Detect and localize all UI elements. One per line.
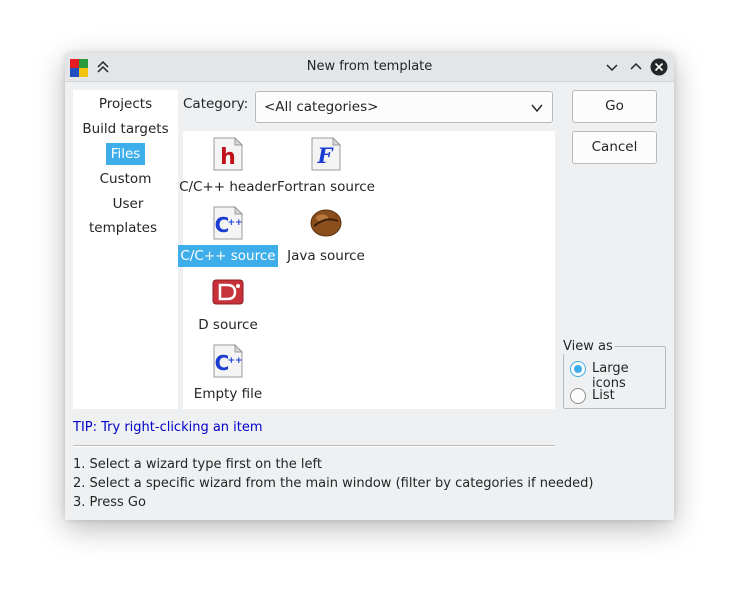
template-label: Empty file: [193, 386, 263, 402]
window-title: New from template: [306, 59, 433, 74]
svg-text:++: ++: [227, 356, 242, 366]
instruction-line: 1. Select a wizard type first on the lef…: [73, 457, 322, 472]
maximize-icon[interactable]: [627, 58, 645, 76]
minimize-icon[interactable]: [603, 58, 621, 76]
large-icons-radio[interactable]: [570, 361, 586, 377]
java-coffee-bean-icon: [310, 209, 342, 237]
go-button[interactable]: Go: [572, 90, 657, 123]
template-label: Fortran source: [277, 179, 375, 195]
wizard-type-files[interactable]: Files: [73, 142, 178, 166]
d-source-file-icon: [212, 279, 244, 305]
svg-text:h: h: [220, 145, 236, 170]
wizard-type-build-targets[interactable]: Build targets: [73, 117, 178, 141]
empty-cpp-file-icon: C ++: [213, 344, 244, 378]
wizard-type-list[interactable]: Projects Build targets Files Custom User…: [73, 90, 178, 409]
template-label: D source: [198, 317, 258, 333]
template-label: C/C++ source: [178, 245, 278, 267]
instruction-line: 2. Select a specific wizard from the mai…: [73, 476, 594, 491]
view-as-label: View as: [563, 339, 615, 354]
svg-text:F: F: [317, 143, 335, 168]
template-label: C/C++ header: [179, 179, 277, 195]
wizard-type-user-templates[interactable]: User templates: [73, 192, 178, 236]
category-label: Category:: [183, 96, 249, 112]
c-header-file-icon: h: [213, 137, 244, 171]
chevron-down-icon: [531, 104, 543, 113]
tip-text: TIP: Try right-clicking an item: [73, 420, 263, 435]
cpp-source-file-icon: C ++: [213, 206, 244, 240]
category-select-value: <All categories>: [264, 99, 379, 115]
view-as-group: Large icons List: [563, 346, 666, 409]
new-from-template-dialog: New from template Projects Build targets…: [65, 53, 674, 520]
wizard-type-custom[interactable]: Custom: [73, 167, 178, 191]
category-select[interactable]: <All categories>: [255, 91, 553, 123]
template-label: Java source: [287, 248, 365, 264]
svg-text:++: ++: [227, 218, 242, 228]
template-grid[interactable]: h C/C++ header F Fortran source C ++ C/C…: [178, 131, 555, 409]
list-radio[interactable]: [570, 388, 586, 404]
instruction-line: 3. Press Go: [73, 495, 146, 510]
cancel-button[interactable]: Cancel: [572, 131, 657, 164]
title-bar[interactable]: New from template: [65, 53, 674, 82]
large-icons-label[interactable]: Large icons: [592, 361, 665, 391]
fortran-file-icon: F: [311, 137, 342, 171]
divider: [73, 445, 555, 447]
close-icon[interactable]: [650, 58, 668, 76]
list-label[interactable]: List: [592, 388, 615, 403]
wizard-type-projects[interactable]: Projects: [73, 92, 178, 116]
